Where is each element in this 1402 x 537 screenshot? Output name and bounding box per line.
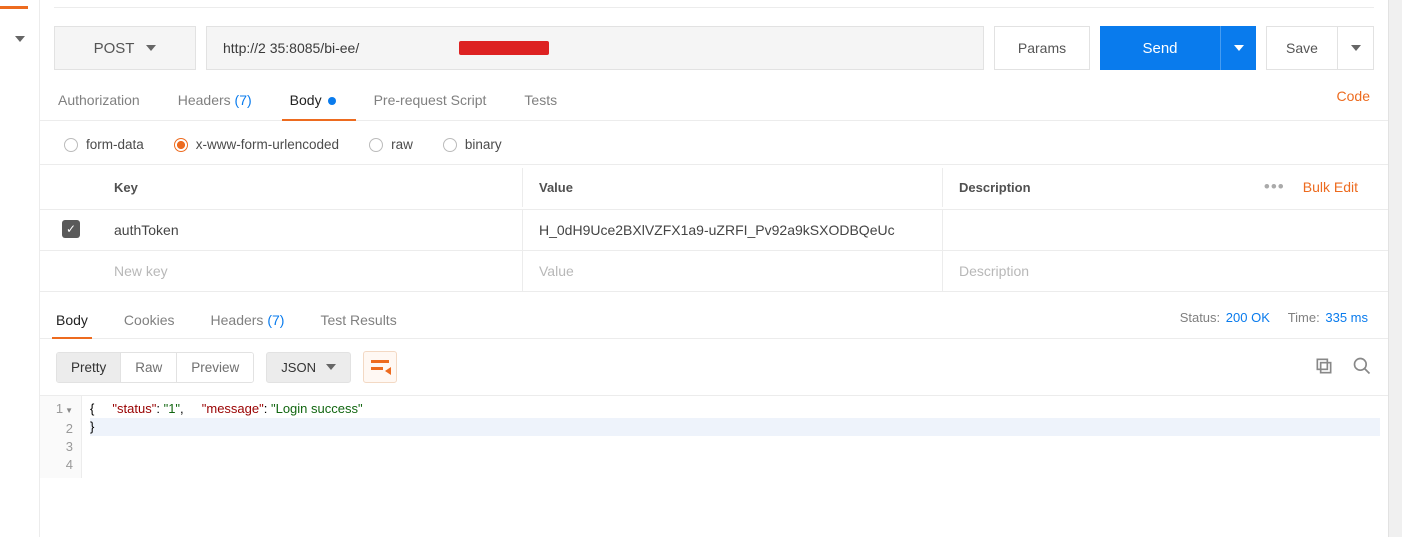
- save-dropdown[interactable]: [1338, 26, 1374, 70]
- tab-body[interactable]: Body: [288, 86, 338, 120]
- tab-headers[interactable]: Headers (7): [176, 86, 254, 120]
- col-head-key: Key: [98, 168, 523, 207]
- radio-icon: [174, 138, 188, 152]
- modified-dot-icon: [328, 97, 336, 105]
- url-text: http://2 35:8085/bi-ee/: [223, 40, 359, 56]
- http-method-dropdown[interactable]: POST: [54, 26, 196, 70]
- radio-icon: [369, 138, 383, 152]
- request-tabs: Authorization Headers (7) Body Pre-reque…: [40, 82, 1388, 121]
- line-gutter: 1▼234: [40, 396, 82, 478]
- view-raw-button[interactable]: Raw: [121, 353, 177, 382]
- scrollbar[interactable]: [1388, 0, 1402, 537]
- radio-urlencoded[interactable]: x-www-form-urlencoded: [174, 137, 339, 152]
- kv-row-new: New key Value Description: [40, 251, 1388, 292]
- kv-new-desc-input[interactable]: Description: [943, 251, 1388, 291]
- chevron-down-icon: [1234, 45, 1244, 51]
- tab-prerequest[interactable]: Pre-request Script: [372, 86, 489, 120]
- kv-key-cell[interactable]: authToken: [98, 210, 523, 250]
- time-value: 335 ms: [1325, 310, 1368, 325]
- copy-icon[interactable]: [1314, 356, 1334, 379]
- radio-raw[interactable]: raw: [369, 137, 413, 152]
- response-tabs: Body Cookies Headers (7) Test Results St…: [40, 298, 1388, 339]
- response-toolbar: Pretty Raw Preview JSON: [40, 339, 1388, 395]
- redaction-bar: [459, 41, 549, 55]
- save-button[interactable]: Save: [1266, 26, 1338, 70]
- send-dropdown[interactable]: [1220, 26, 1256, 70]
- code-link[interactable]: Code: [1337, 88, 1370, 104]
- response-tab-cookies[interactable]: Cookies: [124, 312, 175, 338]
- format-dropdown[interactable]: JSON: [266, 352, 351, 383]
- kv-header-row: Key Value Description ••• Bulk Edit: [40, 164, 1388, 210]
- bulk-edit-link[interactable]: Bulk Edit: [1303, 179, 1358, 195]
- chevron-down-icon: [326, 364, 336, 370]
- chevron-down-icon: [146, 45, 156, 51]
- kv-new-key-input[interactable]: New key: [98, 251, 523, 291]
- radio-icon: [443, 138, 457, 152]
- view-pretty-button[interactable]: Pretty: [57, 353, 121, 382]
- radio-form-data[interactable]: form-data: [64, 137, 144, 152]
- request-bar: POST http://2 35:8085/bi-ee/ Params Send…: [40, 16, 1388, 82]
- col-head-value: Value: [523, 168, 943, 207]
- response-tab-headers[interactable]: Headers (7): [211, 312, 285, 338]
- chevron-down-icon: [1351, 45, 1361, 51]
- more-icon[interactable]: •••: [1264, 177, 1285, 197]
- params-button[interactable]: Params: [994, 26, 1090, 70]
- code-content[interactable]: { "status": "1", "message": "Login succe…: [82, 396, 1388, 478]
- http-method-label: POST: [94, 40, 135, 57]
- view-preview-button[interactable]: Preview: [177, 353, 253, 382]
- wrap-lines-button[interactable]: [363, 351, 397, 383]
- response-meta: Status: 200 OK Time: 335 ms: [1180, 310, 1368, 325]
- tab-authorization[interactable]: Authorization: [56, 86, 142, 120]
- search-icon[interactable]: [1352, 356, 1372, 379]
- tab-tests[interactable]: Tests: [522, 86, 559, 120]
- radio-icon: [64, 138, 78, 152]
- chevron-down-icon[interactable]: [15, 36, 25, 42]
- checkbox-checked-icon[interactable]: ✓: [62, 220, 80, 238]
- view-mode-group: Pretty Raw Preview: [56, 352, 254, 383]
- body-type-radios: form-data x-www-form-urlencoded raw bina…: [40, 121, 1388, 164]
- kv-new-value-input[interactable]: Value: [523, 251, 943, 291]
- left-sidebar: [0, 0, 40, 537]
- wrap-icon: [371, 360, 389, 374]
- response-body: 1▼234 { "status": "1", "message": "Login…: [40, 395, 1388, 478]
- active-tab-indicator: [0, 6, 28, 9]
- tab-strip: [54, 0, 1374, 8]
- response-tab-body[interactable]: Body: [56, 312, 88, 338]
- response-tab-testresults[interactable]: Test Results: [320, 312, 396, 338]
- kv-value-cell[interactable]: H_0dH9Uce2BXlVZFX1a9-uZRFI_Pv92a9kSXODBQ…: [523, 210, 943, 250]
- url-input[interactable]: http://2 35:8085/bi-ee/: [206, 26, 984, 70]
- send-button[interactable]: Send: [1100, 26, 1220, 70]
- status-value: 200 OK: [1226, 310, 1270, 325]
- kv-desc-cell[interactable]: [943, 210, 1388, 250]
- kv-row: ✓ authToken H_0dH9Uce2BXlVZFX1a9-uZRFI_P…: [40, 210, 1388, 251]
- radio-binary[interactable]: binary: [443, 137, 502, 152]
- col-head-desc: Description: [959, 180, 1031, 195]
